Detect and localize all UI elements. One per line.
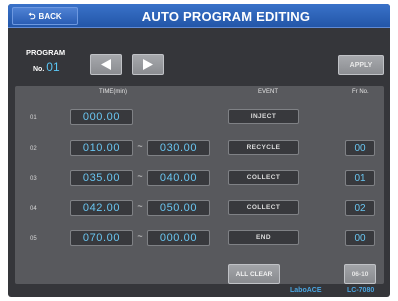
screen-frame: ⮌ BACK AUTO PROGRAM EDITING PROGRAM No. … [8,4,390,297]
end-time-field[interactable]: 040.00 [147,170,210,186]
row-number: 05 [30,236,37,242]
header-bar: ⮌ BACK AUTO PROGRAM EDITING [8,4,390,28]
row-number: 01 [30,115,37,121]
all-clear-button[interactable]: ALL CLEAR [228,264,280,284]
range-separator: ~ [137,171,143,181]
range-separator: ~ [137,231,143,241]
event-button[interactable]: COLLECT [228,170,299,185]
range-separator: ~ [137,141,143,151]
previous-program-button[interactable] [90,54,122,75]
end-time-field[interactable]: 030.00 [147,140,210,156]
row-number: 04 [30,206,37,212]
triangle-left-icon [101,59,111,70]
triangle-right-icon [143,59,153,70]
apply-button[interactable]: APPLY [338,55,384,75]
next-program-button[interactable] [132,54,164,75]
fraction-number-field[interactable]: 00 [345,140,375,156]
program-number-value: 01 [46,60,60,74]
event-button[interactable]: INJECT [228,109,299,124]
back-button-label: BACK [38,11,62,21]
model-label: LC-7080 [347,287,375,294]
fr-no-column-header: Fr No. [352,89,369,95]
event-button[interactable]: COLLECT [228,200,299,215]
start-time-field[interactable]: 035.00 [70,170,133,186]
range-separator: ~ [137,201,143,211]
back-button[interactable]: ⮌ BACK [12,7,78,25]
end-time-field[interactable]: 050.00 [147,200,210,216]
fraction-number-field[interactable]: 00 [345,230,375,246]
start-time-field[interactable]: 070.00 [70,230,133,246]
event-button[interactable]: RECYCLE [228,140,299,155]
row-number: 02 [30,146,37,152]
event-column-header: EVENT [258,89,279,95]
fraction-number-field[interactable]: 01 [345,170,375,186]
program-no-label: No. [33,66,45,73]
start-time-field[interactable]: 010.00 [70,140,133,156]
page-range-button[interactable]: 06-10 [344,264,376,284]
fraction-number-field[interactable]: 02 [345,200,375,216]
end-time-field[interactable]: 000.00 [147,230,210,246]
page-title: AUTO PROGRAM EDITING [141,8,311,24]
brand-label: LaboACE [290,287,322,294]
return-arrow-icon: ⮌ [28,10,36,21]
row-number: 03 [30,176,37,182]
program-number-row: No. 01 [33,60,60,74]
time-column-header: TIME(min) [99,89,127,95]
start-time-field[interactable]: 000.00 [70,109,133,125]
event-button[interactable]: END [228,230,299,245]
start-time-field[interactable]: 042.00 [70,200,133,216]
program-label: PROGRAM [26,48,66,57]
